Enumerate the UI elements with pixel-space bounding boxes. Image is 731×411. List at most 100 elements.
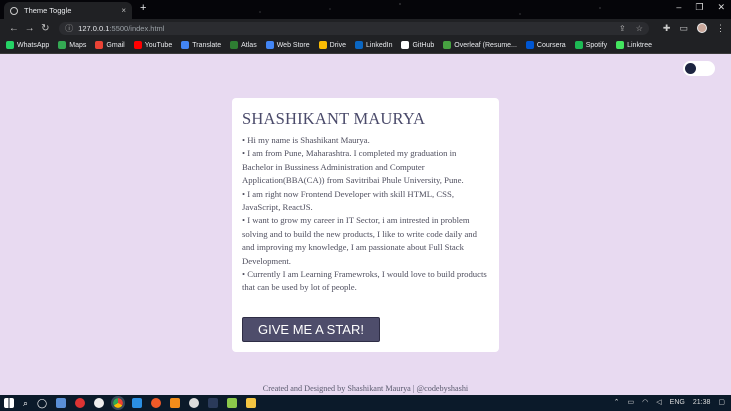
tab-theme-toggle[interactable]: Theme Toggle × <box>4 2 132 19</box>
bookmark-label: Atlas <box>241 41 257 49</box>
back-arrow-icon[interactable]: ← <box>6 23 22 34</box>
clock[interactable]: 21:38 <box>693 399 711 406</box>
bio-line: • I am from Pune, Maharashtra. I complet… <box>242 148 464 186</box>
bookmark-favicon-icon <box>401 41 410 49</box>
bookmark-favicon-icon <box>525 41 534 49</box>
bookmark-linkedin[interactable]: LinkedIn <box>355 41 392 49</box>
bookmark-label: YouTube <box>144 41 173 49</box>
bookmark-label: GitHub <box>412 41 435 49</box>
bookmarks-bar: WhatsApp Maps Gmail YouTube Translate Atlas We… <box>0 37 731 54</box>
theme-toggle-switch[interactable] <box>683 61 715 76</box>
bio-line: • I want to grow my career in IT Sector,… <box>242 215 477 266</box>
volume-icon[interactable]: ◁ <box>656 398 661 406</box>
bookmark-favicon-icon <box>95 41 104 49</box>
brave-icon[interactable] <box>151 398 162 408</box>
folder-icon[interactable] <box>246 398 257 408</box>
side-panel-icon[interactable]: ▭ <box>679 23 688 34</box>
give-star-button[interactable]: GIVE ME A STAR! <box>242 317 380 342</box>
bio-line: • Currently I am Learning Framewroks, I … <box>242 269 487 293</box>
bookmark-favicon-icon <box>133 41 142 49</box>
tab-title: Theme Toggle <box>24 6 72 15</box>
utorrent-icon[interactable] <box>208 398 219 408</box>
bookmark-spotify[interactable]: Spotify <box>574 41 608 49</box>
bookmark-label: Spotify <box>585 41 608 49</box>
bookmark-label: Overleaf (Resume... <box>454 41 517 49</box>
window-controls: – ❐ ✕ <box>676 2 725 13</box>
notifications-icon[interactable]: ▢ <box>718 398 725 406</box>
app-icon[interactable] <box>75 398 86 408</box>
bookmark-coursera[interactable]: Coursera <box>525 41 566 49</box>
bookmark-label: Linktree <box>627 41 653 49</box>
share-icon[interactable]: ⇪ <box>619 24 626 33</box>
tab-close-icon[interactable]: × <box>121 6 126 15</box>
profile-card: SHASHIKANT MAURYA • Hi my name is Shashi… <box>232 98 499 352</box>
bio-text: • Hi my name is Shashikant Maurya. • I a… <box>242 134 489 295</box>
task-view-icon[interactable]: ◯ <box>37 398 47 409</box>
search-icon[interactable]: ⌕ <box>23 398 28 409</box>
obs-icon[interactable] <box>189 398 200 408</box>
toggle-knob <box>685 63 696 74</box>
bookmark-favicon-icon <box>574 41 583 49</box>
forward-arrow-icon[interactable]: → <box>22 23 38 34</box>
language-indicator[interactable]: ENG <box>670 399 685 406</box>
bookmark-translate[interactable]: Translate <box>181 41 221 49</box>
bio-line: • I am right now Frontend Developer with… <box>242 188 455 213</box>
page-footer: Created and Designed by Shashikant Maury… <box>262 384 469 393</box>
bookmark-star-icon[interactable]: ☆ <box>636 24 643 33</box>
bookmark-label: Web Store <box>276 41 310 49</box>
bookmark-github[interactable]: GitHub <box>401 41 434 49</box>
orange-app-icon[interactable] <box>170 398 181 408</box>
pc-icon[interactable] <box>56 398 67 408</box>
bookmark-label: LinkedIn <box>366 41 393 49</box>
bookmark-atlas[interactable]: Atlas <box>230 41 257 49</box>
windows-start-icon[interactable] <box>4 398 14 408</box>
bookmark-maps[interactable]: Maps <box>58 41 86 49</box>
globe-icon <box>10 6 18 15</box>
bookmark-label: Coursera <box>536 41 566 49</box>
bookmark-youtube[interactable]: YouTube <box>133 41 173 49</box>
nodejs-icon[interactable] <box>227 398 238 408</box>
tab-strip: Theme Toggle × + – ❐ ✕ <box>0 0 731 19</box>
profile-avatar[interactable] <box>696 23 707 33</box>
browser-toolbar: ← → ↻ ⓘ 127.0.0.1:5500/index.html ⇪ ☆ ✚ … <box>0 19 731 37</box>
chrome-icon[interactable] <box>111 396 126 410</box>
profile-name: SHASHIKANT MAURYA <box>242 109 426 128</box>
bookmark-favicon-icon <box>6 41 14 49</box>
bookmark-favicon-icon <box>58 41 67 49</box>
bio-line: • Hi my name is Shashikant Maurya. <box>242 135 370 145</box>
bookmark-label: Translate <box>192 41 222 49</box>
bookmark-web-store[interactable]: Web Store <box>265 41 310 49</box>
close-window-button[interactable]: ✕ <box>717 2 725 13</box>
bookmark-label: Gmail <box>106 41 125 49</box>
wifi-icon[interactable]: ◠ <box>642 398 648 406</box>
bookmark-gmail[interactable]: Gmail <box>95 41 125 49</box>
minimize-button[interactable]: – <box>676 2 681 13</box>
menu-kebab-icon[interactable]: ⋮ <box>716 23 725 34</box>
restore-button[interactable]: ❐ <box>695 2 703 13</box>
bookmark-favicon-icon <box>265 41 274 49</box>
bookmark-drive[interactable]: Drive <box>318 41 346 49</box>
bookmark-favicon-icon <box>181 41 190 49</box>
address-bar[interactable]: ⓘ 127.0.0.1:5500/index.html ⇪ ☆ <box>59 21 649 35</box>
bookmark-label: Maps <box>69 41 87 49</box>
bookmark-linktree[interactable]: Linktree <box>616 41 652 49</box>
reload-icon[interactable]: ↻ <box>37 23 53 34</box>
url-host: 127.0.0.1 <box>78 23 110 33</box>
bookmark-label: Drive <box>329 41 346 49</box>
bookmark-favicon-icon <box>616 41 625 49</box>
bookmark-favicon-icon <box>355 41 363 49</box>
url-path: :5500/index.html <box>109 23 165 33</box>
bookmark-whatsapp[interactable]: WhatsApp <box>6 41 49 49</box>
extensions-icon[interactable]: ✚ <box>663 23 671 34</box>
bookmark-overleaf-resume[interactable]: Overleaf (Resume... <box>443 41 517 49</box>
media-icon[interactable] <box>94 398 105 408</box>
bookmark-favicon-icon <box>318 41 327 49</box>
site-info-icon[interactable]: ⓘ <box>65 23 73 34</box>
os-taskbar: ⌕ ◯ ⌃ ▭ ◠ ◁ ENG 21:38 ▢ <box>0 395 731 411</box>
new-tab-button[interactable]: + <box>140 2 146 14</box>
bookmark-favicon-icon <box>230 41 239 49</box>
bookmark-favicon-icon <box>443 41 452 49</box>
chevron-up-icon[interactable]: ⌃ <box>614 398 620 406</box>
vscode-icon[interactable] <box>132 398 143 408</box>
battery-icon[interactable]: ▭ <box>628 398 635 406</box>
